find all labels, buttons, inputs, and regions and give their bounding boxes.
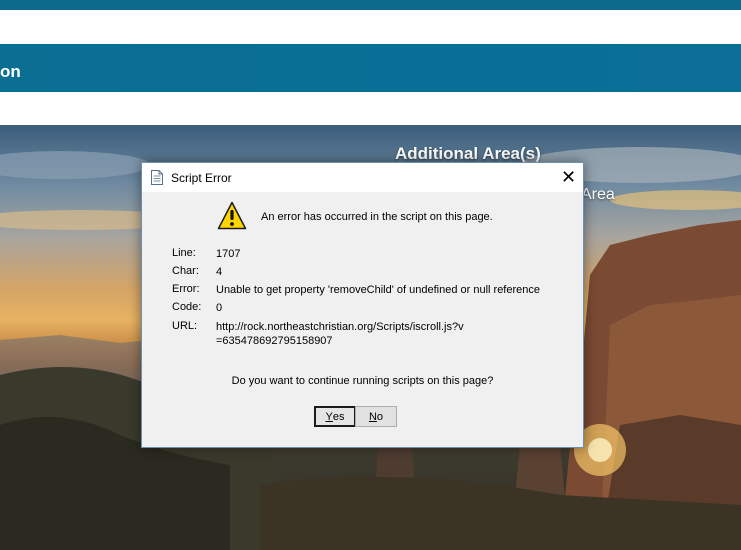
top-white-strip (0, 10, 741, 44)
line-value: 1707 (216, 248, 241, 260)
dialog-titlebar[interactable]: Script Error ✕ (142, 163, 583, 192)
char-value: 4 (216, 266, 223, 278)
yes-mnemonic: Y (325, 410, 333, 423)
error-label: Error: (172, 283, 200, 295)
additional-area-heading: Additional Area(s) (395, 144, 541, 163)
warning-icon (217, 201, 247, 230)
no-mnemonic: N (368, 410, 377, 423)
yes-label-rest: es (332, 410, 345, 423)
code-value: 0 (216, 302, 223, 314)
no-button[interactable]: No (355, 406, 397, 427)
page: on Additional Area(s) Area Script Error … (0, 0, 741, 550)
sub-white-strip (0, 92, 741, 125)
url-value: http://rock.northeastchristian.org/Scrip… (216, 321, 464, 347)
banner-title: on (0, 62, 21, 81)
script-error-dialog: Script Error ✕ An error has occurred in … (141, 162, 584, 448)
yes-button[interactable]: Yes (314, 406, 356, 427)
code-label: Code: (172, 301, 202, 313)
line-label: Line: (172, 247, 196, 259)
continue-question: Do you want to continue running scripts … (231, 375, 494, 387)
url-label: URL: (172, 320, 198, 332)
top-nav-bar (0, 0, 741, 10)
dialog-title: Script Error (171, 171, 232, 185)
char-label: Char: (172, 265, 199, 277)
document-icon (151, 170, 163, 185)
area-subtext: Area (581, 186, 615, 203)
title-banner: on (0, 44, 741, 92)
error-value: Unable to get property 'removeChild' of … (216, 284, 541, 296)
error-message: An error has occurred in the script on t… (261, 211, 493, 223)
close-icon[interactable]: ✕ (554, 163, 583, 192)
no-label-rest: o (376, 410, 384, 423)
